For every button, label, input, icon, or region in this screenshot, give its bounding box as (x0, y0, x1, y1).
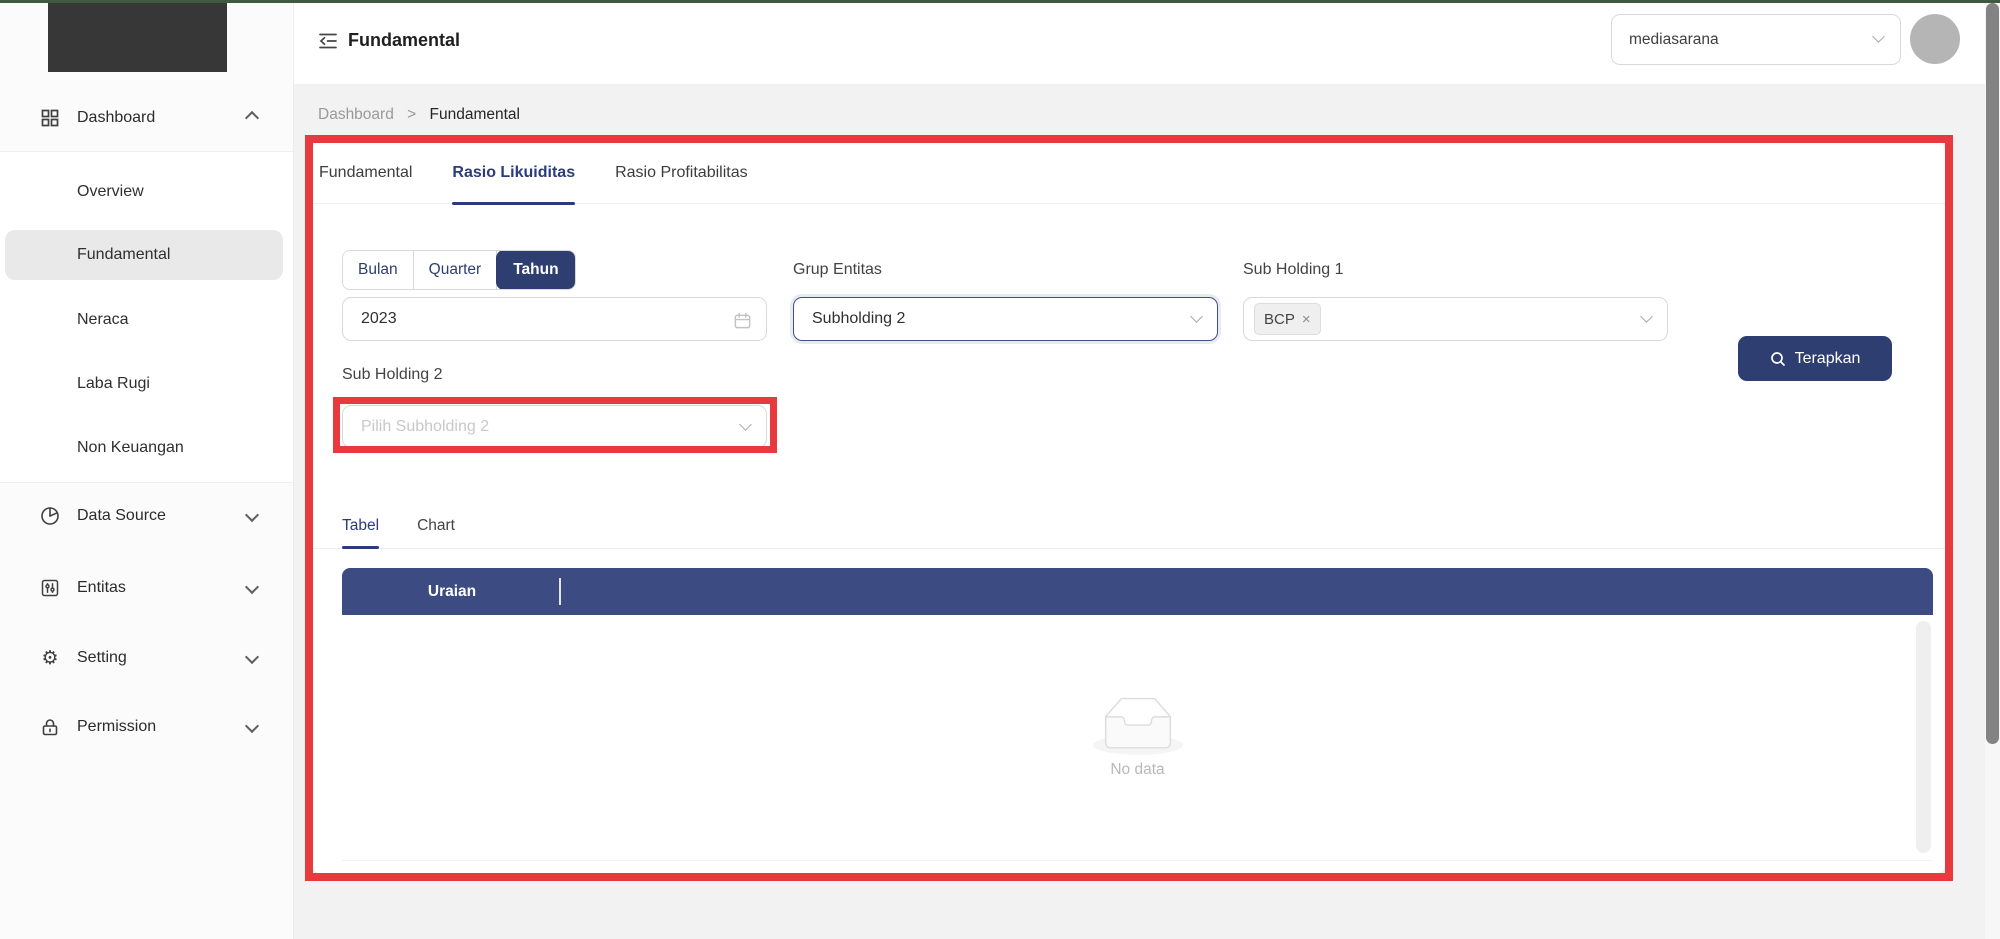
sidebar-item-dashboard[interactable]: Dashboard (0, 96, 293, 140)
selected-tag: BCP × (1254, 303, 1321, 335)
tab-label: Rasio Likuiditas (452, 164, 575, 182)
sidebar-item-fundamental[interactable]: Fundamental (5, 230, 283, 280)
tag-close-icon[interactable]: × (1302, 312, 1311, 327)
tab-label: Tabel (342, 517, 379, 535)
breadcrumb-current: Fundamental (430, 106, 520, 123)
sidebar-item-label: Setting (77, 649, 127, 667)
chevron-down-icon (739, 418, 752, 431)
sub-holding-1-label: Sub Holding 1 (1243, 250, 1344, 290)
pie-chart-icon (40, 506, 60, 526)
chevron-down-icon (247, 579, 257, 597)
period-segmented-control: Bulan Quarter Tahun (342, 250, 576, 290)
sidebar-item-label: Dashboard (77, 109, 155, 127)
tenant-select[interactable]: mediasarana (1611, 14, 1901, 65)
sidebar-item-label: Permission (77, 718, 156, 736)
period-option-bulan[interactable]: Bulan (343, 251, 414, 289)
tab-rasio-profitabilitas[interactable]: Rasio Profitabilitas (615, 142, 748, 204)
lock-icon (40, 717, 60, 737)
page-scrollbar-thumb[interactable] (1986, 3, 1999, 744)
table-header: Uraian (342, 568, 1933, 615)
period-option-tahun[interactable]: Tahun (496, 250, 575, 290)
sidebar: Dashboard Overview Fundamental Neraca La… (0, 3, 294, 939)
tabs-row: Fundamental Rasio Likuiditas Rasio Profi… (312, 142, 1945, 204)
sidebar-item-entitas[interactable]: Entitas (0, 566, 293, 610)
sidebar-item-permission[interactable]: Permission (0, 705, 293, 749)
app-screen: Dashboard Overview Fundamental Neraca La… (0, 0, 2000, 939)
main-card: Fundamental Rasio Likuiditas Rasio Profi… (312, 142, 1945, 873)
tab-label: Rasio Profitabilitas (615, 164, 748, 182)
tab-tabel[interactable]: Tabel (342, 504, 379, 549)
sub-holding-2-label: Sub Holding 2 (342, 355, 443, 395)
menu-fold-icon[interactable] (318, 31, 338, 51)
apply-button-label: Terapkan (1795, 350, 1861, 368)
year-picker[interactable]: 2023 (342, 297, 767, 341)
search-icon (1770, 351, 1786, 367)
chevron-down-icon (1190, 310, 1203, 323)
breadcrumb-dashboard[interactable]: Dashboard (318, 106, 394, 123)
tenant-select-value: mediasarana (1629, 31, 1719, 49)
breadcrumb-separator: > (407, 106, 416, 123)
sidebar-item-label: Non Keuangan (77, 439, 184, 457)
sidebar-item-non-keuangan[interactable]: Non Keuangan (5, 423, 283, 473)
chevron-down-icon (247, 507, 257, 525)
grup-entitas-select[interactable]: Subholding 2 (793, 297, 1218, 341)
tab-label: Chart (417, 517, 455, 535)
tab-fundamental[interactable]: Fundamental (319, 142, 412, 204)
sidebar-item-label: Fundamental (77, 246, 170, 264)
dashboard-submenu: Overview Fundamental Neraca Laba Rugi No… (0, 151, 293, 483)
topbar: Fundamental mediasarana (294, 3, 2000, 85)
sidebar-item-laba-rugi[interactable]: Laba Rugi (5, 359, 283, 409)
segment-label: Quarter (429, 261, 482, 279)
sidebar-item-label: Data Source (77, 507, 166, 525)
sidebar-item-label: Neraca (77, 311, 129, 329)
tab-label: Fundamental (319, 164, 412, 182)
calendar-icon (733, 311, 752, 330)
view-tabs-row: Tabel Chart (312, 504, 1945, 549)
breadcrumb: Dashboard > Fundamental (318, 106, 520, 124)
sidebar-item-neraca[interactable]: Neraca (5, 295, 283, 345)
sidebar-item-label: Overview (77, 183, 144, 201)
sidebar-item-data-source[interactable]: Data Source (0, 494, 293, 538)
period-option-quarter[interactable]: Quarter (414, 251, 498, 289)
page-scrollbar (1985, 3, 2000, 939)
chevron-down-icon (1640, 310, 1653, 323)
column-resize-handle[interactable] (559, 578, 561, 605)
avatar[interactable] (1910, 14, 1960, 64)
content-area: Dashboard > Fundamental Fundamental Rasi… (294, 84, 2000, 939)
chevron-down-icon (247, 718, 257, 736)
segment-label: Bulan (358, 261, 398, 279)
segment-label: Tahun (513, 261, 558, 279)
empty-text: No data (1110, 761, 1164, 779)
sub-holding-2-placeholder: Pilih Subholding 2 (361, 418, 489, 436)
top-accent-line (0, 0, 2000, 3)
table-scrollbar[interactable] (1916, 621, 1931, 853)
column-header-uraian: Uraian (412, 583, 492, 601)
tab-chart[interactable]: Chart (417, 504, 455, 549)
sub-holding-2-select[interactable]: Pilih Subholding 2 (342, 405, 767, 448)
sidebar-item-overview[interactable]: Overview (5, 167, 283, 217)
chevron-down-icon (247, 649, 257, 667)
page-title: Fundamental (348, 30, 460, 51)
chevron-down-icon (1872, 30, 1885, 43)
gear-icon: ⚙ (40, 648, 60, 668)
sub-holding-1-select[interactable]: BCP × (1243, 297, 1668, 341)
sidebar-item-label: Entitas (77, 579, 126, 597)
sliders-icon (40, 578, 60, 598)
empty-inbox-icon (1093, 697, 1183, 755)
grup-entitas-label: Grup Entitas (793, 250, 882, 290)
tab-rasio-likuiditas[interactable]: Rasio Likuiditas (452, 142, 575, 204)
grid-icon (40, 108, 60, 128)
grup-entitas-value: Subholding 2 (812, 310, 905, 328)
sidebar-item-label: Laba Rugi (77, 375, 150, 393)
sidebar-item-setting[interactable]: ⚙ Setting (0, 636, 293, 680)
apply-button[interactable]: Terapkan (1738, 336, 1892, 381)
table-body: No data (342, 615, 1933, 861)
logo (48, 3, 227, 72)
tag-label: BCP (1264, 311, 1295, 328)
chevron-up-icon (247, 109, 257, 128)
year-picker-value: 2023 (361, 310, 397, 328)
